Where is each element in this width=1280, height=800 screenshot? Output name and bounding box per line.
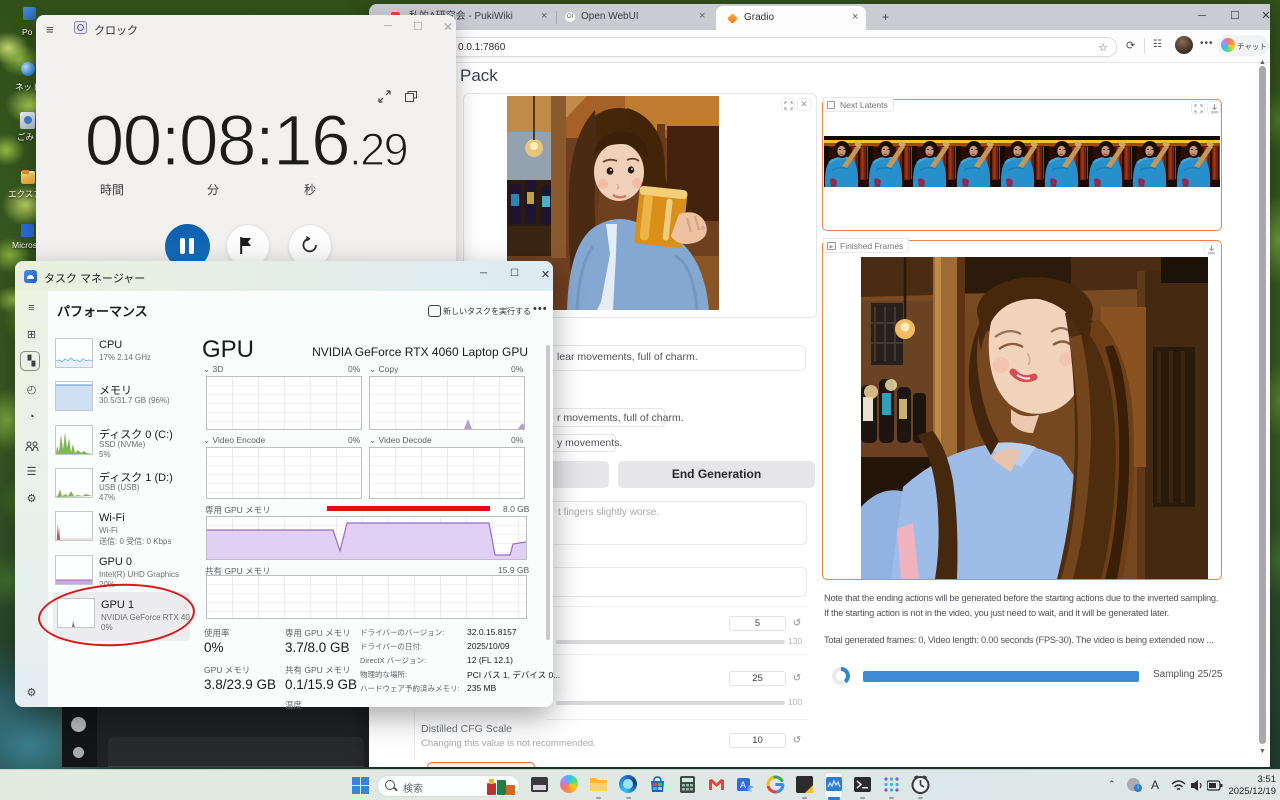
svg-text:A: A (740, 780, 746, 790)
